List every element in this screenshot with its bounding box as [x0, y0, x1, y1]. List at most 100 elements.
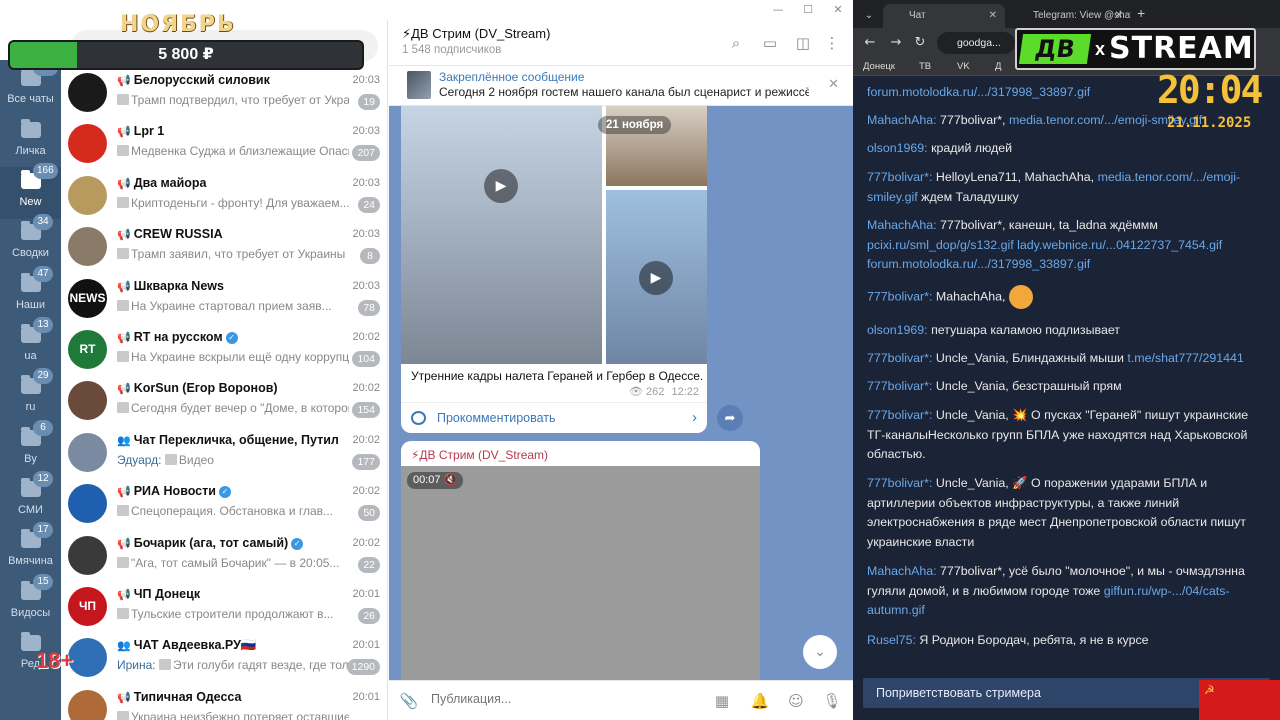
chat-username[interactable]: 777bolivar*: [867, 379, 932, 393]
chat-list-item[interactable]: 📢 Бочарик (ага, тот самый) ✓ 20:02 "Ага, тот… [61, 533, 388, 584]
message-input[interactable] [431, 692, 681, 706]
search-icon[interactable]: ⌕ [727, 34, 745, 52]
tab-telegram[interactable]: Telegram: View @shat ✕ [1007, 4, 1131, 28]
share-button[interactable]: ➦ [717, 405, 743, 431]
media-thumbnail [117, 608, 129, 619]
chat-username[interactable]: 777bolivar*: [867, 289, 932, 303]
folder-label: By [24, 453, 37, 465]
chat-list-item[interactable]: NEWS 📢 Шкварка News 20:03 На Украине стартов… [61, 276, 388, 327]
chat-username[interactable]: 777bolivar*: [867, 408, 932, 422]
post-photo[interactable]: ▶ [401, 106, 602, 364]
logo-text: STREAM [1109, 31, 1254, 66]
stream-clock: 20:04 [1157, 68, 1263, 112]
minimize-button[interactable]: — [768, 2, 788, 18]
maximize-button[interactable]: ☐ [798, 2, 818, 18]
attach-icon[interactable]: 📎 [399, 691, 419, 711]
chat-message: 777bolivar*: MahachAha, [867, 285, 1257, 309]
channel-title[interactable]: ⚡ДВ Стрим (DV_Stream) [402, 26, 550, 42]
chat-list-item[interactable]: ЧП 📢 ЧП Донецк 20:01 Тульские строители прод… [61, 584, 388, 635]
avatar [68, 124, 107, 164]
forward-icon[interactable]: → [887, 34, 905, 52]
donation-amount: 5 800 ₽ [158, 46, 214, 63]
chat-username[interactable]: 777bolivar*: [867, 476, 932, 490]
unread-badge: 1290 [346, 659, 380, 676]
chat-list-item[interactable]: 📢 KorSun (Егор Воронов) 20:02 Сегодня будет… [61, 378, 388, 429]
chat-preview: Тульские строители продолжают в... [117, 607, 349, 621]
chat-link[interactable]: t.me/shat777/291441 [1127, 351, 1243, 365]
post-author[interactable]: ⚡ДВ Стрим (DV_Stream) [411, 448, 548, 462]
play-icon[interactable]: ▶ [639, 261, 673, 295]
chat-username[interactable]: MahachAha: [867, 113, 937, 127]
bookmark[interactable]: ТВ [919, 61, 931, 72]
chat-name: 📢 Типичная Одесса [117, 689, 242, 704]
chat-link[interactable]: forum.motolodka.ru/.../317998_33897.gif [867, 85, 1090, 99]
bookmark[interactable]: VK [957, 61, 970, 72]
folder-label: Видосы [10, 607, 51, 619]
close-tab-icon[interactable]: ✕ [989, 4, 997, 28]
chat-time: 20:03 [352, 176, 380, 189]
month-title: НОЯБРЬ [120, 12, 236, 37]
play-icon[interactable]: ▶ [484, 169, 518, 203]
close-button[interactable]: ✕ [828, 2, 848, 18]
folder-label: Все чаты [7, 93, 54, 105]
tab-search-icon[interactable]: ⌄ [859, 4, 879, 28]
folder-item[interactable]: 15 Видосы [0, 574, 61, 630]
chat-list-item[interactable]: 📢 Lpr 1 20:03 Медвенка Суджа и близлежащие … [61, 121, 388, 172]
channel-icon: 📢 [117, 589, 131, 601]
close-tab-icon[interactable]: ✕ [1115, 4, 1123, 28]
folder-item[interactable]: 47 Наши [0, 266, 61, 322]
chat-time: 20:02 [352, 433, 380, 446]
unpin-icon[interactable]: ✕ [828, 76, 839, 92]
reload-icon[interactable]: ↻ [911, 34, 929, 52]
folder-item[interactable]: 166 New [0, 163, 61, 219]
chat-username[interactable]: 777bolivar*: [867, 170, 932, 184]
chat-list-item[interactable]: RT 📢 RT на русском ✓ 20:02 На Украине вскрыли… [61, 327, 388, 378]
folder-item[interactable]: 17 Вмячина [0, 522, 61, 578]
chat-username[interactable]: olson1969: [867, 323, 928, 337]
chat-list-item[interactable]: 📢 РИА Новости ✓ 20:02 Спецоперация. Обстанов… [61, 481, 388, 532]
chat-list-item[interactable]: 📢 CREW RUSSIA 20:03 Трамп заявил, что требу… [61, 224, 388, 275]
address-bar[interactable]: goodga... [937, 32, 1015, 54]
chat-list-item[interactable]: 👥Чат Перекличка, общение, Путиловка ... 2… [61, 430, 388, 481]
tab-chat[interactable]: Чат ✕ [883, 4, 1005, 28]
mute-icon[interactable]: 🔇 [444, 474, 458, 486]
folder-item[interactable]: 6 By [0, 420, 61, 476]
pinned-message[interactable]: Закреплённое сообщение Сегодня 2 ноября … [389, 66, 853, 106]
sidebar-toggle-icon[interactable]: ◫ [794, 34, 812, 52]
chat-time: 20:02 [352, 382, 380, 395]
comments-icon[interactable]: ▭ [761, 34, 779, 52]
bookmark[interactable]: Д [995, 61, 1001, 72]
scroll-down-button[interactable]: ⌄ [803, 635, 837, 669]
folder-item[interactable]: 34 Сводки [0, 214, 61, 270]
folder-item[interactable]: 185Все чаты [0, 60, 61, 116]
unread-badge: 50 [358, 505, 380, 522]
folder-item[interactable]: 13 ua [0, 317, 61, 373]
chat-username[interactable]: MahachAha: [867, 564, 937, 578]
chat-preview: Трамп подтвердил, что требует от Украины… [117, 93, 349, 107]
new-tab-button[interactable]: + [1137, 5, 1145, 21]
chat-username[interactable]: MahachAha: [867, 218, 937, 232]
chat-username[interactable]: olson1969: [867, 141, 928, 155]
folder-item[interactable]: 12 СМИ [0, 471, 61, 527]
post-photo[interactable]: ▶ [606, 190, 707, 364]
chat-list-item[interactable]: 📢 Два майора 20:03 Криптоденьги - фронту! Д… [61, 173, 388, 224]
bookmark[interactable]: Донецк [863, 61, 895, 72]
chat-name: 📢 РИА Новости ✓ [117, 484, 339, 499]
chat-list-item[interactable]: 👥 ЧАТ Авдеевка.РУ🇷🇺 20:01 Ирина: Эти голуби… [61, 635, 388, 686]
schedule-icon[interactable]: ▦ [712, 691, 732, 711]
chat-username[interactable]: Rusel75: [867, 633, 916, 647]
chat-list-item[interactable]: 📢 Белорусский силовик 20:03 Трамп подтверди… [61, 70, 388, 121]
chat-link[interactable]: pcixi.ru/sml_dop/g/s132.gif lady.webnice… [867, 238, 1222, 272]
chat-list-item[interactable]: 📢 Типичная Одесса 20:01 Украина неизбежно п… [61, 687, 388, 720]
emoji-icon[interactable]: ☺ [786, 691, 806, 711]
chat-username[interactable]: 777bolivar*: [867, 351, 932, 365]
bell-icon[interactable]: 🔔 [750, 691, 770, 711]
folder-item[interactable]: Личка [0, 116, 61, 168]
microphone-icon[interactable]: 🎙 [822, 691, 842, 711]
more-menu-icon[interactable]: ⋮ [823, 34, 841, 52]
verified-icon: ✓ [291, 537, 304, 550]
comment-button[interactable]: Прокомментировать › [401, 402, 707, 433]
group-icon: 👥 [117, 434, 131, 447]
folder-item[interactable]: 29 ru [0, 368, 61, 424]
back-icon[interactable]: ← [861, 34, 879, 52]
